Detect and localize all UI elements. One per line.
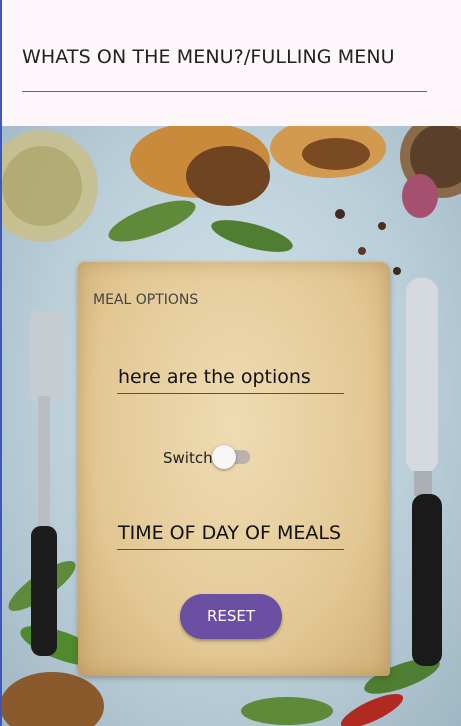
options-input[interactable]: here are the options [117, 363, 344, 394]
garlic-shape [402, 174, 438, 218]
meal-options-label: MEAL OPTIONS [93, 292, 199, 308]
knife-handle-shape [412, 494, 442, 666]
switch-label: Switch [163, 449, 213, 467]
peppercorn-shape [335, 209, 345, 219]
title-divider [22, 91, 427, 92]
switch-thumb[interactable] [212, 445, 236, 469]
peppercorn-shape-2 [378, 222, 386, 230]
time-of-day-input[interactable]: TIME OF DAY OF MEALS [117, 519, 344, 550]
mortar-shape [2, 672, 104, 726]
options-input-text: here are the options [118, 366, 311, 388]
peppercorn-shape-3 [358, 247, 366, 255]
pepper-mill-top-shape [186, 146, 270, 206]
fork-neck-shape [38, 396, 50, 536]
time-of-day-input-text: TIME OF DAY OF MEALS [118, 522, 341, 544]
page-title: WHATS ON THE MENU?/FULLING MENU [22, 46, 395, 68]
knife-bolster-shape [414, 471, 432, 496]
fork-head-shape [30, 311, 64, 401]
herb-shape-2 [211, 220, 293, 252]
fork-handle-shape [31, 526, 57, 656]
pepper-mill-top-shape-2 [302, 138, 370, 170]
oil-bottle-inner-shape [2, 146, 82, 226]
reset-button[interactable]: RESET [180, 594, 282, 639]
peppercorn-shape-4 [393, 267, 401, 275]
herb-shape [108, 200, 196, 242]
knife-blade-shape [406, 278, 438, 473]
herb-shape-6 [241, 697, 333, 725]
